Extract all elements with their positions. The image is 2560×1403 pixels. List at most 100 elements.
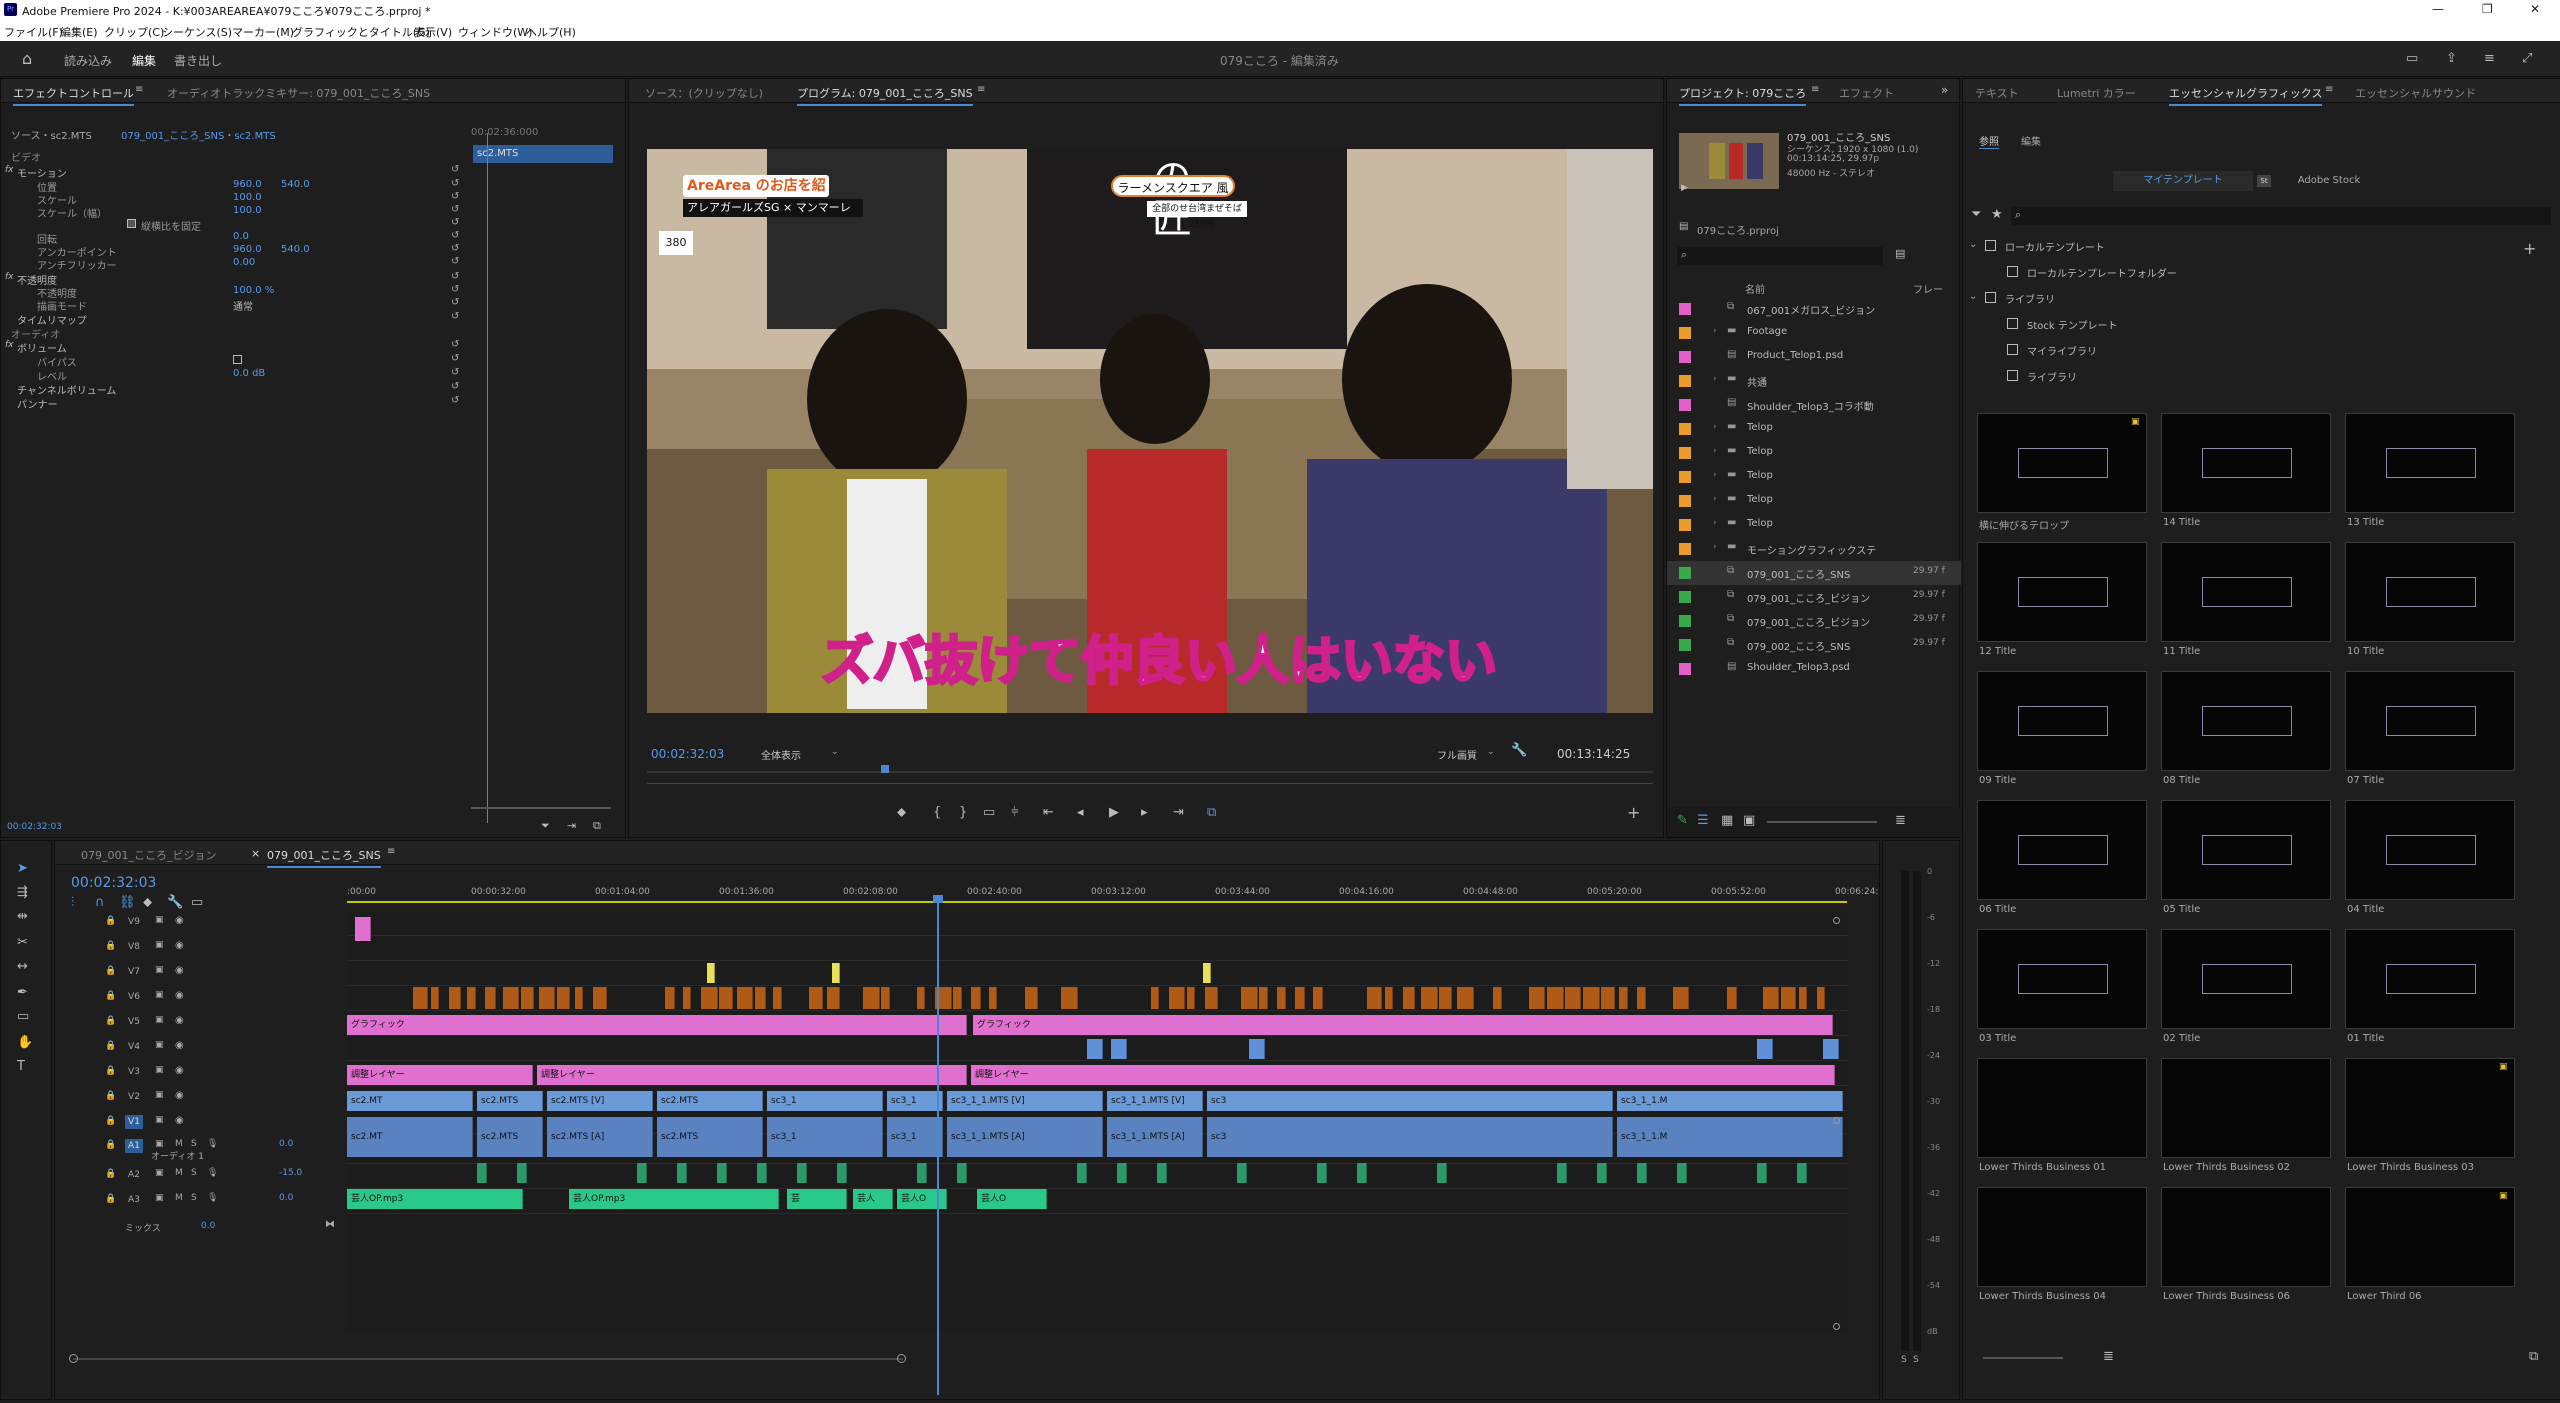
- tab-effect-controls[interactable]: エフェクトコントロール: [13, 85, 134, 106]
- timeline-playhead[interactable]: [937, 895, 939, 1395]
- mute-button[interactable]: M: [175, 1168, 183, 1178]
- label-color-swatch[interactable]: [1679, 423, 1691, 435]
- clip-telop[interactable]: [557, 987, 570, 1009]
- zoom-select[interactable]: 全体表示: [761, 747, 801, 762]
- template-thumbnail[interactable]: 08 Title: [2161, 671, 2337, 795]
- template-thumbnail[interactable]: Lower Thirds Business 06: [2161, 1187, 2337, 1311]
- tree-item-label[interactable]: ライブラリ: [2005, 291, 2055, 306]
- clip-telop[interactable]: [989, 987, 997, 1009]
- label-color-swatch[interactable]: [1679, 615, 1691, 627]
- template-preview[interactable]: [2345, 800, 2515, 900]
- label-color-swatch[interactable]: [1679, 567, 1691, 579]
- col-frame[interactable]: フレー: [1913, 281, 1943, 296]
- ec-sequence[interactable]: 079_001_こころ_SNS・sc2.MTS: [121, 127, 276, 142]
- clip-sfx[interactable]: [717, 1163, 727, 1183]
- expand-arrow-icon[interactable]: ›: [1713, 326, 1717, 336]
- ec-prop-value[interactable]: 100.0: [233, 192, 262, 203]
- eg-search-input[interactable]: ⌕: [2011, 207, 2551, 225]
- clip-telop[interactable]: [1637, 987, 1646, 1009]
- template-preview[interactable]: [2161, 413, 2331, 513]
- track-label-v1[interactable]: V1: [125, 1115, 143, 1129]
- template-thumbnail[interactable]: 12 Title: [1977, 542, 2153, 666]
- menu-window[interactable]: ウィンドウ(W): [458, 24, 532, 40]
- mute-button[interactable]: M: [175, 1139, 183, 1149]
- sync-lock-icon[interactable]: ▣: [155, 1040, 164, 1050]
- star-icon[interactable]: ★: [1991, 207, 2003, 222]
- clip-graphic[interactable]: グラフィック: [347, 1015, 967, 1035]
- project-item[interactable]: ⧉ 079_001_こころ_SNS 29.97 f: [1667, 561, 1961, 585]
- eg-menu-icon[interactable]: ≡: [2325, 84, 2333, 95]
- eg-sort-icon[interactable]: ≣: [2103, 1349, 2114, 1364]
- tab-essential-graphics[interactable]: エッセンシャルグラフィックス: [2169, 85, 2322, 106]
- ec-prop-value[interactable]: 0.00: [233, 257, 255, 268]
- v-scroll-bottom[interactable]: [1833, 1323, 1840, 1330]
- clip-sfx[interactable]: [837, 1163, 847, 1183]
- clip-sfx[interactable]: [1757, 1163, 1767, 1183]
- template-thumbnail[interactable]: 04 Title: [2345, 800, 2521, 924]
- label-color-swatch[interactable]: [1679, 519, 1691, 531]
- label-color-swatch[interactable]: [1679, 375, 1691, 387]
- v-scroll-top[interactable]: [1833, 917, 1840, 924]
- clip-telop[interactable]: [683, 987, 691, 1009]
- slip-tool-icon[interactable]: ↔: [17, 959, 28, 974]
- project-item[interactable]: › ▬ 共通: [1667, 369, 1961, 393]
- expand-arrow-icon[interactable]: ›: [1713, 374, 1717, 384]
- track-label-a3[interactable]: A3: [125, 1193, 143, 1207]
- menu-view[interactable]: 表示(V): [414, 24, 452, 40]
- clip-audio[interactable]: sc3_1_1.MTS [A]: [1107, 1117, 1203, 1157]
- clip-music[interactable]: 芸人: [853, 1189, 893, 1209]
- clip-image[interactable]: [1111, 1039, 1127, 1059]
- reset-icon[interactable]: ↺: [451, 353, 459, 364]
- clip-music[interactable]: 芸人OP.mp3: [569, 1189, 779, 1209]
- mic-icon[interactable]: 🎙: [207, 1168, 218, 1178]
- eg-zoom-slider[interactable]: [1983, 1357, 2063, 1359]
- clip-sfx[interactable]: [1157, 1163, 1167, 1183]
- export-icon[interactable]: ⇥: [567, 819, 576, 832]
- close-tab-icon[interactable]: ×: [251, 847, 260, 860]
- add-button-icon[interactable]: +: [1627, 803, 1640, 822]
- menu-clip[interactable]: クリップ(C): [104, 24, 164, 40]
- clip-sfx[interactable]: [1597, 1163, 1607, 1183]
- panel-menu-icon[interactable]: ≡: [135, 84, 143, 95]
- template-preview[interactable]: [1977, 800, 2147, 900]
- chevron-down-icon[interactable]: ⌄: [1969, 291, 1977, 302]
- solo-button[interactable]: S: [191, 1193, 197, 1203]
- ec-prop-value[interactable]: 960.0: [233, 244, 262, 255]
- mic-icon[interactable]: 🎙: [207, 1193, 218, 1203]
- reset-icon[interactable]: ↺: [451, 284, 459, 295]
- clip-telop[interactable]: [431, 987, 439, 1009]
- clip-telop[interactable]: [1493, 987, 1502, 1009]
- template-preview[interactable]: [1977, 1187, 2147, 1287]
- clip-telop[interactable]: [1781, 987, 1796, 1009]
- clip-sfx[interactable]: [1797, 1163, 1807, 1183]
- template-preview[interactable]: [2345, 671, 2515, 771]
- project-item[interactable]: › ▬ Telop: [1667, 441, 1961, 465]
- clip-sfx[interactable]: [677, 1163, 687, 1183]
- type-tool-icon[interactable]: T: [17, 1059, 25, 1074]
- timeline-ruler[interactable]: :00:00 00:00:32:00 00:01:04:00 00:01:36:00 0…: [347, 869, 1867, 901]
- clip-telop[interactable]: [1619, 987, 1628, 1009]
- project-item[interactable]: › ▬ Telop: [1667, 489, 1961, 513]
- sync-lock-icon[interactable]: ▣: [155, 940, 164, 950]
- template-thumbnail[interactable]: 05 Title: [2161, 800, 2337, 924]
- tree-item-label[interactable]: マイライブラリ: [2027, 343, 2097, 358]
- pencil-icon[interactable]: ✎: [1677, 813, 1688, 828]
- clip-adjustment[interactable]: 調整レイヤー: [347, 1065, 533, 1085]
- clip-telop[interactable]: [1061, 987, 1078, 1009]
- clip-music[interactable]: 芸: [787, 1189, 847, 1209]
- zoom-dropdown-icon[interactable]: ⌄: [831, 747, 839, 757]
- template-thumbnail[interactable]: 13 Title: [2345, 413, 2521, 537]
- reset-icon[interactable]: ↺: [451, 230, 459, 241]
- clip-music[interactable]: 芸人O: [897, 1189, 947, 1209]
- template-preview[interactable]: [1977, 1058, 2147, 1158]
- ec-prop-value[interactable]: 0.0: [233, 231, 249, 242]
- project-item[interactable]: ▤ Product_Telop1.psd: [1667, 345, 1961, 369]
- clip-telop[interactable]: [1601, 987, 1615, 1009]
- reset-icon[interactable]: ↺: [451, 367, 459, 378]
- eye-icon[interactable]: ◉: [175, 990, 184, 1001]
- lock-icon[interactable]: 🔒: [105, 1194, 116, 1204]
- template-preview[interactable]: [2161, 800, 2331, 900]
- tab-import[interactable]: 読み込み: [64, 52, 112, 69]
- clip-telop[interactable]: [1763, 987, 1779, 1009]
- template-preview[interactable]: [1977, 413, 2147, 513]
